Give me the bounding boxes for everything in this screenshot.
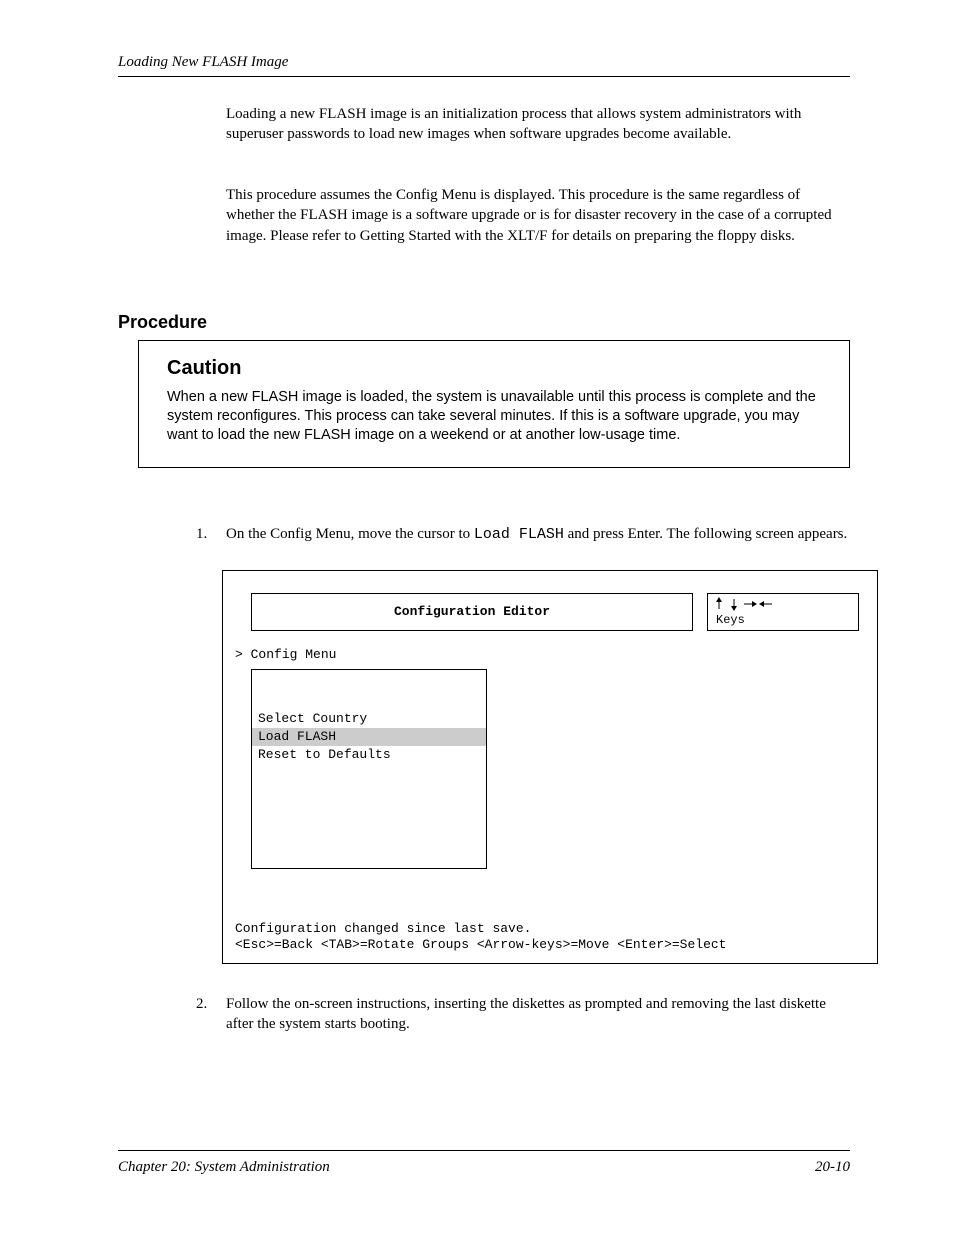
step-1-number: 1.: [196, 524, 207, 544]
config-editor-screen: Configuration Editor Keys > Config Menu: [222, 570, 878, 964]
footer-chapter: Chapter 20: System Administration: [118, 1157, 330, 1177]
config-editor-title: Configuration Editor: [251, 593, 693, 631]
step-2-number: 2.: [196, 994, 207, 1014]
step-1-text-b: and press Enter. The following screen ap…: [568, 526, 848, 542]
header-rule: [118, 76, 850, 77]
intro-paragraph-2: This procedure assumes the Config Menu i…: [226, 185, 850, 246]
caution-box: Caution When a new FLASH image is loaded…: [138, 340, 850, 468]
step-2-text: Follow the on-screen instructions, inser…: [226, 996, 826, 1032]
step-2: 2. Follow the on-screen instructions, in…: [226, 994, 850, 1035]
config-footer: Configuration changed since last save. <…: [235, 921, 865, 954]
config-status-line: Configuration changed since last save.: [235, 921, 865, 937]
arrow-keys-icons: [714, 597, 774, 611]
footer-rule: [118, 1150, 850, 1151]
intro-paragraph-1: Loading a new FLASH image is an initiali…: [226, 104, 850, 145]
step-1: 1. On the Config Menu, move the cursor t…: [226, 524, 850, 545]
keys-label: Keys: [716, 612, 745, 628]
menu-item-load-flash[interactable]: Load FLASH: [252, 728, 486, 746]
running-header: Loading New FLASH Image: [118, 52, 288, 72]
menu-item-reset-defaults[interactable]: Reset to Defaults: [252, 746, 486, 764]
config-menu-list[interactable]: Select Country Load FLASH Reset to Defau…: [251, 669, 487, 869]
arrow-keys-box: Keys: [707, 593, 859, 631]
procedure-heading: Procedure: [118, 310, 207, 334]
caution-label: Caution: [167, 355, 821, 382]
step-1-text-a: On the Config Menu, move the cursor to: [226, 526, 470, 542]
step-1-command: Load FLASH: [474, 526, 564, 543]
config-key-hints: <Esc>=Back <TAB>=Rotate Groups <Arrow-ke…: [235, 937, 865, 953]
config-menu-caret: > Config Menu: [235, 647, 336, 663]
footer-page-number: 20-10: [815, 1157, 850, 1177]
caution-text: When a new FLASH image is loaded, the sy…: [167, 388, 821, 445]
menu-item-select-country[interactable]: Select Country: [252, 710, 486, 728]
